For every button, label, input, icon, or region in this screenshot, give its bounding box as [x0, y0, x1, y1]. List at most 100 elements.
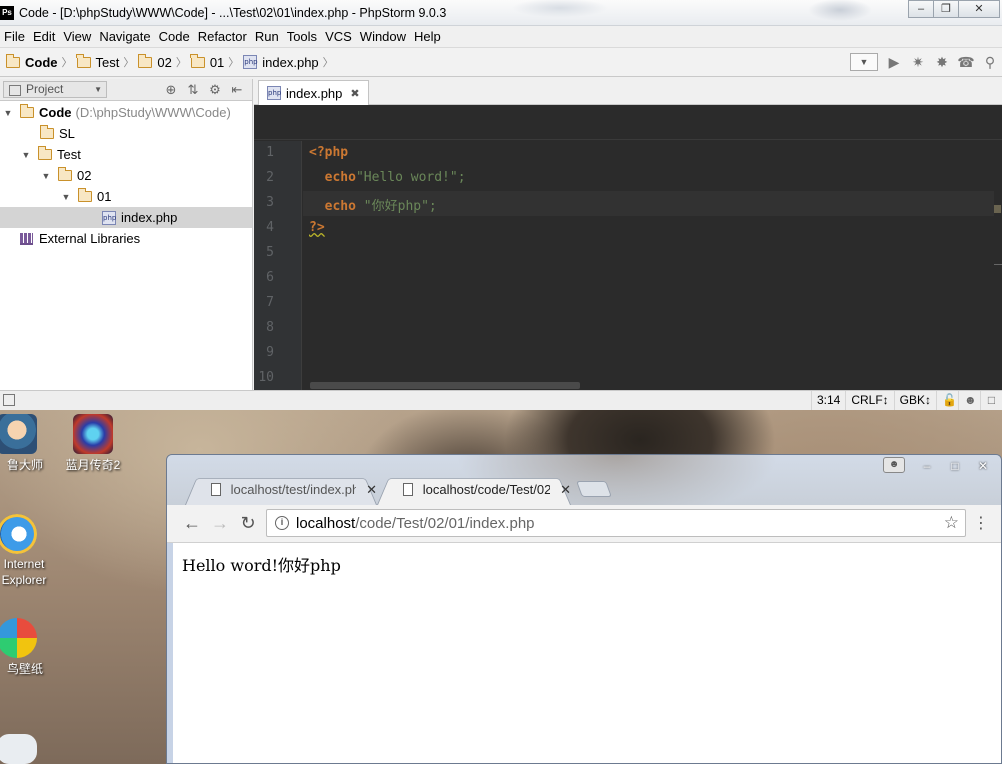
close-button[interactable]: ✕ — [958, 0, 1000, 18]
desktop-icon-internet-explorer[interactable]: Internet Explorer — [0, 514, 52, 588]
editor-tab-index-php[interactable]: php index.php ✖ — [258, 80, 369, 105]
page-viewport: Hello word!你好php — [173, 543, 1001, 763]
chrome-menu-icon[interactable]: ⋮ — [973, 513, 989, 533]
menu-refactor[interactable]: Refactor — [198, 29, 247, 44]
desktop-icon-ludashi[interactable]: 鲁大师 — [0, 414, 52, 473]
code-line-2: echo"Hello word!"; — [309, 170, 466, 185]
inspector-icon[interactable]: ☻ — [958, 391, 980, 410]
menu-file[interactable]: File — [4, 29, 25, 44]
horizontal-scrollbar[interactable] — [310, 382, 580, 389]
breadcrumb-code[interactable]: Code 〉 — [5, 53, 73, 70]
minimize-button[interactable]: – — [913, 457, 941, 475]
menu-window[interactable]: Window — [360, 29, 406, 44]
back-arrow-icon[interactable]: ← — [181, 513, 203, 534]
menu-run[interactable]: Run — [255, 29, 279, 44]
address-bar[interactable]: i localhost/code/Test/02/01/index.php ☆ — [266, 509, 966, 537]
bird-wallpaper-icon — [0, 618, 37, 658]
chrome-window: ☻ – □ ✕ localhost/test/index.php ✕ local… — [166, 454, 1002, 764]
desktop-icon-lanyue[interactable]: 蓝月传奇2 — [58, 414, 128, 473]
tree-item-sl[interactable]: SL — [0, 123, 252, 144]
code-area[interactable]: 1 2 3 4 5 6 7 8 9 10 <?php echo"Hello wo… — [254, 141, 1002, 390]
gear-icon[interactable]: ⚙ — [204, 81, 226, 98]
hide-icon[interactable]: ⇤ — [226, 81, 248, 98]
close-tab-icon[interactable]: ✕ — [560, 482, 571, 498]
tool-windows-icon[interactable] — [3, 394, 15, 406]
url-path: /code/Test/02/01/index.php — [355, 514, 535, 532]
url-host: localhost — [296, 514, 356, 532]
breadcrumb-test[interactable]: Test 〉 — [76, 53, 135, 70]
collapse-icon[interactable]: ⇅ — [182, 81, 204, 98]
coverage-icon[interactable]: ✸ — [930, 51, 954, 73]
tree-item-01[interactable]: ▼ 01 — [0, 186, 252, 207]
bookmark-star-icon[interactable]: ☆ — [944, 513, 959, 533]
menu-tools[interactable]: Tools — [287, 29, 317, 44]
expand-arrow-icon[interactable]: ▼ — [20, 150, 32, 160]
expand-arrow-icon[interactable]: ▼ — [2, 108, 14, 118]
desktop-icon-gamepad[interactable] — [0, 734, 52, 764]
caret-position[interactable]: 3:14 — [810, 391, 845, 410]
line-number: 8 — [266, 320, 274, 335]
chevron-right-icon: 〉 — [61, 57, 73, 69]
folder-icon — [190, 53, 205, 68]
user-profile-icon[interactable]: ☻ — [883, 457, 905, 473]
project-panel-header: Project ▼ ⊕ ⇅ ⚙ ⇤ — [0, 79, 252, 101]
close-tab-icon[interactable]: ✕ — [366, 482, 377, 498]
lock-icon[interactable]: 🔓 — [936, 391, 958, 410]
debug-icon[interactable]: ✷ — [906, 51, 930, 73]
tree-item-test[interactable]: ▼ Test — [0, 144, 252, 165]
folder-icon — [77, 188, 92, 202]
menu-vcs[interactable]: VCS — [325, 29, 352, 44]
php-file-icon: php — [267, 86, 281, 100]
line-number: 9 — [266, 345, 274, 360]
menu-edit[interactable]: Edit — [33, 29, 55, 44]
file-encoding[interactable]: GBK↕ — [893, 391, 936, 410]
echo-keyword: echo — [324, 199, 356, 214]
menu-help[interactable]: Help — [414, 29, 441, 44]
expand-arrow-icon[interactable]: ▼ — [60, 192, 72, 202]
restore-button[interactable]: ❐ — [933, 0, 959, 18]
project-tree: ▼ Code (D:\phpStudy\WWW\Code) SL ▼ Test ▼ 02… — [0, 101, 252, 249]
new-tab-button[interactable] — [576, 481, 612, 497]
breadcrumb-02[interactable]: 02 〉 — [137, 53, 187, 70]
line-number: 5 — [266, 245, 274, 260]
line-number-gutter: 1 2 3 4 5 6 7 8 9 10 — [254, 141, 302, 390]
listen-debug-icon[interactable]: ☎ — [954, 51, 978, 73]
breadcrumb-01[interactable]: 01 〉 — [190, 53, 239, 70]
menu-view[interactable]: View — [63, 29, 91, 44]
string-literal: "Hello word!"; — [355, 170, 466, 185]
search-icon[interactable]: ⚲ — [978, 51, 1002, 73]
locate-icon[interactable]: ⊕ — [160, 81, 182, 98]
page-icon — [211, 483, 221, 496]
project-panel: Project ▼ ⊕ ⇅ ⚙ ⇤ ▼ Code (D:\phpStudy\WWW\C… — [0, 79, 253, 390]
title-bar: Ps Code - [D:\phpStudy\WWW\Code] - ...\T… — [0, 0, 1002, 26]
tree-item-code[interactable]: ▼ Code (D:\phpStudy\WWW\Code) — [0, 102, 252, 123]
browser-tab-code[interactable]: localhost/code/Test/02/01/index.php ✕ — [377, 474, 571, 505]
desktop-icon-wallpaper[interactable]: 鸟壁纸 — [0, 618, 52, 677]
line-number: 1 — [266, 145, 274, 160]
maximize-button[interactable]: □ — [941, 457, 969, 475]
line-separator[interactable]: CRLF↕ — [845, 391, 893, 410]
reload-icon[interactable]: ↻ — [237, 513, 259, 534]
project-view-selector[interactable]: Project ▼ — [3, 81, 107, 98]
error-stripe-marker[interactable] — [994, 205, 1001, 213]
tree-item-external-libraries[interactable]: External Libraries — [0, 228, 252, 249]
menu-navigate[interactable]: Navigate — [99, 29, 150, 44]
site-info-icon[interactable]: i — [275, 516, 289, 530]
tree-item-index-php[interactable]: php index.php — [0, 207, 252, 228]
line-number: 7 — [266, 295, 274, 310]
forward-arrow-icon[interactable]: → — [209, 513, 231, 534]
menu-code[interactable]: Code — [159, 29, 190, 44]
internet-explorer-icon — [0, 514, 37, 554]
breadcrumb-index-php[interactable]: php index.php 〉 — [243, 54, 334, 70]
run-config-dropdown[interactable]: ▼ — [850, 53, 878, 71]
close-button[interactable]: ✕ — [969, 457, 997, 475]
run-icon[interactable]: ▶ — [882, 51, 906, 73]
minimize-button[interactable]: – — [908, 0, 934, 18]
browser-tab-test[interactable]: localhost/test/index.php ✕ — [185, 474, 377, 505]
expand-arrow-icon[interactable]: ▼ — [40, 171, 52, 181]
event-log-icon[interactable]: □ — [980, 391, 1002, 410]
tree-item-02[interactable]: ▼ 02 — [0, 165, 252, 186]
chevron-right-icon: 〉 — [123, 57, 135, 69]
close-tab-icon[interactable]: ✖ — [350, 87, 359, 100]
dropdown-arrow-icon: ▼ — [94, 85, 102, 94]
